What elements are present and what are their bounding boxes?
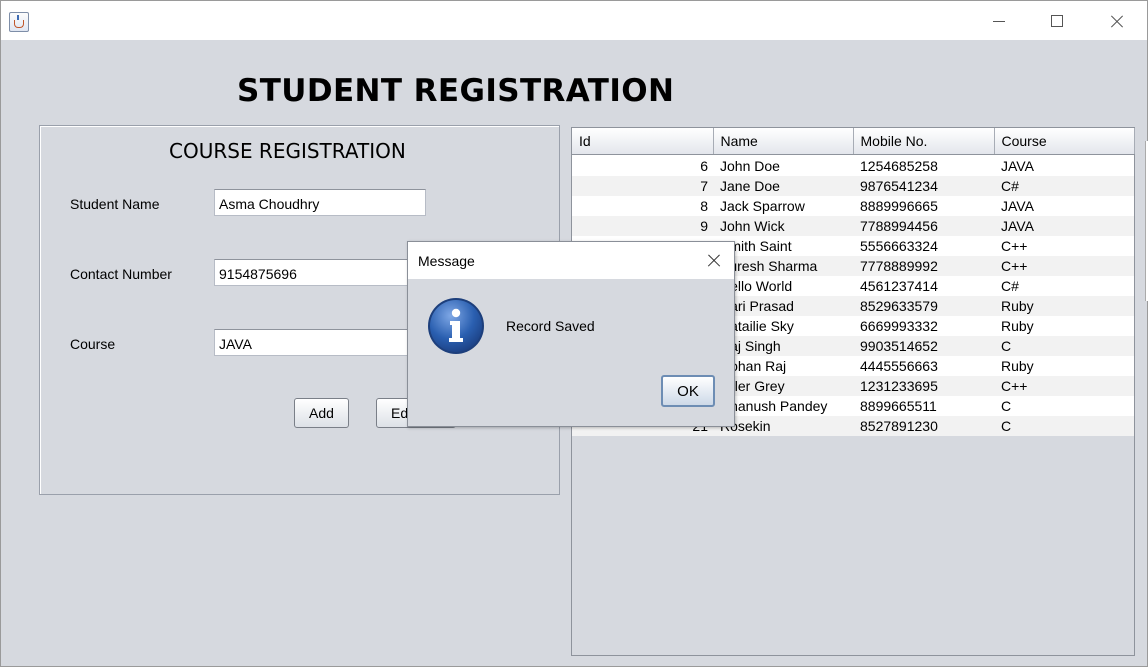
java-app-icon xyxy=(9,12,29,32)
close-button[interactable] xyxy=(1087,1,1145,40)
course-cell: JAVA xyxy=(1001,198,1034,214)
maximize-button[interactable] xyxy=(1027,1,1085,40)
mobile-cell: 9903514652 xyxy=(860,338,938,354)
dialog-title-bar: Message xyxy=(408,242,734,279)
title-bar xyxy=(1,1,1147,40)
course-cell: C# xyxy=(1001,278,1019,294)
mobile-cell: 8529633579 xyxy=(860,298,938,314)
column-header-mobile[interactable]: Mobile No. xyxy=(853,128,995,155)
ok-button[interactable]: OK xyxy=(661,375,715,407)
course-cell: Ruby xyxy=(1001,298,1034,314)
name-cell: John Doe xyxy=(720,158,780,175)
course-cell: Ruby xyxy=(1001,358,1034,374)
mobile-cell: 1231233695 xyxy=(860,378,938,394)
course-cell: Ruby xyxy=(1001,318,1034,334)
id-cell: 9 xyxy=(700,218,708,234)
course-label: Course xyxy=(70,336,116,352)
mobile-cell: 7778889992 xyxy=(860,258,938,274)
course-cell: C# xyxy=(1001,178,1019,194)
dialog-message: Record Saved xyxy=(506,318,595,334)
student-name-input[interactable] xyxy=(214,189,426,216)
mobile-cell: 8899665511 xyxy=(860,398,937,414)
column-header-name[interactable]: Name xyxy=(713,128,854,155)
minimize-button[interactable] xyxy=(969,1,1027,40)
table-row[interactable]: 9 John Wick 7788994456 JAVA xyxy=(572,216,1134,236)
student-name-label: Student Name xyxy=(70,196,160,212)
column-header-course[interactable]: Course xyxy=(994,128,1135,155)
message-dialog: Message Record Saved OK xyxy=(407,241,735,427)
course-cell: C xyxy=(1001,418,1012,434)
course-cell: JAVA xyxy=(1001,218,1034,234)
table-row[interactable]: 8 Jack Sparrow 8889996665 JAVA xyxy=(572,196,1134,216)
id-cell: 6 xyxy=(700,158,708,175)
mobile-cell: 8889996665 xyxy=(860,198,938,214)
info-icon xyxy=(428,298,484,354)
course-cell: C++ xyxy=(1001,238,1028,254)
name-cell: Jane Doe xyxy=(720,178,780,194)
mobile-cell: 4561237414 xyxy=(860,278,938,294)
page-title: STUDENT REGISTRATION xyxy=(237,73,675,109)
name-cell: John Wick xyxy=(720,218,785,234)
panel-title: COURSE REGISTRATION xyxy=(169,139,406,163)
dialog-title: Message xyxy=(418,253,475,269)
id-cell: 8 xyxy=(700,198,708,214)
course-cell: C xyxy=(1001,338,1012,354)
dialog-close-icon[interactable] xyxy=(701,248,727,274)
add-button[interactable]: Add xyxy=(294,398,349,428)
mobile-cell: 6669993332 xyxy=(860,318,938,334)
mobile-cell: 7788994456 xyxy=(860,218,938,234)
table-row[interactable]: 7 Jane Doe 9876541234 C# xyxy=(572,176,1134,196)
mobile-cell: 5556663324 xyxy=(860,238,938,254)
course-cell: C++ xyxy=(1001,258,1028,274)
table-row[interactable]: 6 John Doe 1254685258 JAVA xyxy=(572,154,1134,176)
table-header-row: Id Name Mobile No. Course xyxy=(572,128,1135,155)
contact-number-label: Contact Number xyxy=(70,266,172,282)
course-cell: JAVA xyxy=(1001,158,1034,175)
course-cell: C xyxy=(1001,398,1012,414)
mobile-cell: 9876541234 xyxy=(860,178,938,194)
id-cell: 7 xyxy=(700,178,708,194)
mobile-cell: 8527891230 xyxy=(860,418,938,434)
course-cell: C++ xyxy=(1001,378,1028,394)
column-header-id[interactable]: Id xyxy=(572,128,714,155)
name-cell: Jack Sparrow xyxy=(720,198,805,214)
mobile-cell: 1254685258 xyxy=(860,158,938,175)
mobile-cell: 4445556663 xyxy=(860,358,938,374)
app-window: STUDENT REGISTRATION COURSE REGISTRATION… xyxy=(0,0,1148,667)
